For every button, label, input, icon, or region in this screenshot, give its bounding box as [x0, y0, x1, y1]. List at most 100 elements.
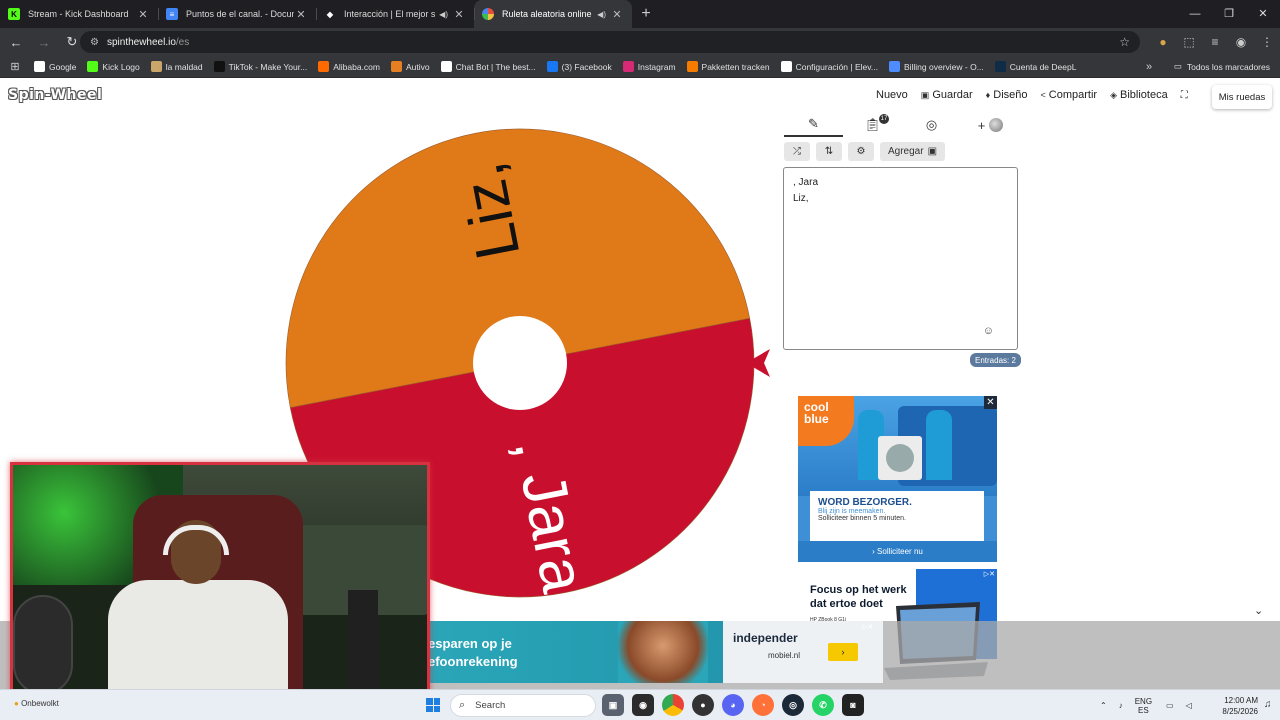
menu-biblioteca[interactable]: ◈ Biblioteca [1110, 89, 1168, 101]
chevron-up-icon[interactable]: ⌃ [1100, 701, 1107, 710]
ad-close-icon[interactable]: ✕ [984, 396, 997, 409]
bookmark-item[interactable]: la maldad [150, 61, 203, 72]
bookmark-label: TikTok - Make Your... [228, 61, 308, 72]
lang-bottom: ES [1138, 705, 1149, 715]
add-image-button[interactable]: Agregar ▣ [880, 142, 946, 161]
clock[interactable]: 12:00 AM 8/25/2026 [1210, 695, 1258, 717]
taskbar-search[interactable]: ⌕ Search [450, 694, 596, 717]
bookmark-item[interactable]: Alibaba.com [318, 61, 380, 72]
new-tab-button[interactable]: + [632, 0, 660, 28]
my-wheels-button[interactable]: Mis ruedas [1212, 85, 1272, 109]
ad-card: WORD BEZORGER. Blij zijn is meemaken. So… [810, 491, 984, 541]
network-icon[interactable]: ▭ [1166, 701, 1174, 710]
chevron-down-icon[interactable]: ⌄ [1254, 604, 1263, 617]
bookmark-item[interactable]: Kick Logo [87, 61, 140, 72]
add-tab[interactable]: + [961, 113, 1020, 137]
menu-label: Biblioteca [1120, 89, 1168, 101]
bookmark-item[interactable]: Cuenta de DeepL [994, 61, 1076, 72]
back-icon[interactable]: ← [4, 35, 28, 50]
fullscreen-icon[interactable]: ⛶ [1181, 90, 1188, 101]
close-window-icon[interactable]: ✕ [1246, 0, 1280, 28]
editor-buttons: ⤮ ⇅ ⚙ Agregar ▣ [784, 142, 951, 161]
steam-icon[interactable]: ◎ [782, 694, 804, 716]
site-logo[interactable]: Spin-Wheel [8, 87, 102, 103]
menu-nuevo[interactable]: Nuevo [876, 89, 908, 101]
ad-info-icon[interactable]: ▷✕ [862, 623, 873, 631]
menu-diseno[interactable]: ♦ Diseño [986, 89, 1028, 101]
hide-tab[interactable]: ◎ [902, 113, 961, 137]
menu-guardar[interactable]: ▣ Guardar [921, 89, 973, 101]
extension-icon[interactable]: ● [1150, 35, 1176, 49]
image-icon: ▣ [927, 146, 938, 157]
ad-info-icon[interactable]: ▷✕ [984, 570, 995, 578]
emoji-icon[interactable]: ☺ [983, 323, 994, 339]
bookmark-item[interactable]: TikTok - Make Your... [213, 61, 308, 72]
toolbar-icons: ● ⬚ ≡ ◉ ⋮ [1150, 28, 1280, 56]
bookmark-item[interactable]: (3) Facebook [546, 61, 612, 72]
browser-tab[interactable]: ≡ Puntos de el canal. - Document ✕ [158, 0, 316, 28]
microphone-icon[interactable]: ♪ [1119, 701, 1123, 710]
sort-button[interactable]: ⇅ [816, 142, 842, 161]
url-field[interactable]: ⚙ spinthewheel.io/es ☆ [80, 31, 1140, 53]
settings-button[interactable]: ⚙ [848, 142, 874, 161]
sort-icon: ⇅ [824, 146, 834, 157]
browser-tab-active[interactable]: Ruleta aleatoria online – rul ◀) ✕ [474, 0, 632, 28]
wheel-center[interactable] [473, 316, 567, 410]
close-icon[interactable]: ✕ [136, 8, 150, 21]
clipboard-tab[interactable]: 📋︎ 17 [843, 113, 902, 137]
bookmark-item[interactable]: Pakketten tracken [686, 61, 770, 72]
browser-tab[interactable]: ◆ Interacción | El mejor softw ◀) ✕ [316, 0, 474, 28]
discord-icon[interactable]: ◕ [722, 694, 744, 716]
profile-icon[interactable]: ◉ [1228, 35, 1254, 49]
menu-icon[interactable]: ⋮ [1254, 35, 1280, 49]
restore-icon[interactable]: ❐ [1212, 0, 1246, 28]
bookmark-label: Pakketten tracken [701, 61, 770, 72]
close-icon[interactable]: ✕ [610, 8, 624, 21]
edit-icon: ✎ [808, 116, 819, 131]
start-icon[interactable] [426, 698, 440, 712]
firefox-icon[interactable]: ◔ [752, 694, 774, 716]
close-icon[interactable]: ✕ [452, 8, 466, 21]
bookmark-item[interactable]: Autivo [391, 61, 430, 72]
task-view-icon[interactable]: ▣ [602, 694, 624, 716]
bookmark-item[interactable]: Billing overview - O... [888, 61, 984, 72]
weather-widget[interactable]: ● Onbewolkt [14, 699, 59, 708]
bookmark-item[interactable]: Chat Bot | The best... [440, 61, 536, 72]
speaker-icon[interactable]: ◀) [597, 10, 606, 19]
browser-tab[interactable]: K Stream - Kick Dashboard ✕ [0, 0, 158, 28]
apps-icon[interactable]: ⊞ [2, 60, 28, 73]
language-indicator[interactable]: ENG ES [1135, 697, 1152, 715]
bookmarks-bar: ⊞ Google Kick Logo la maldad TikTok - Make … [0, 56, 1280, 78]
speaker-icon[interactable]: ◀) [439, 10, 448, 19]
ad-text: esparen op je efoonrekening [428, 635, 518, 671]
menu-compartir[interactable]: < Compartir [1041, 89, 1098, 101]
notification-icon[interactable]: ♫ [1264, 699, 1272, 710]
more-bookmarks-icon[interactable]: » [1146, 61, 1152, 73]
bookmark-item[interactable]: Google [34, 61, 76, 72]
whatsapp-icon[interactable]: ✆ [812, 694, 834, 716]
puzzle-icon[interactable]: ⬚ [1176, 35, 1202, 49]
bookmark-item[interactable]: Instagram [622, 61, 676, 72]
system-tray: ⌃ ♪ ENG ES ▭ ◁ [1100, 694, 1204, 717]
forward-icon[interactable]: → [32, 35, 56, 50]
app2-icon[interactable]: ◙ [842, 694, 864, 716]
independer-ad[interactable]: esparen op je efoonrekening independer m… [428, 621, 883, 683]
shuffle-button[interactable]: ⤮ [784, 142, 810, 161]
all-bookmarks[interactable]: ▭ Todos los marcadores [1174, 61, 1270, 72]
edit-tab[interactable]: ✎ [784, 113, 843, 137]
coolblue-ad[interactable]: cool blue WORD BEZORGER. Blij zijn is mee… [798, 396, 997, 562]
volume-icon[interactable]: ◁ [1186, 701, 1192, 710]
media-icon[interactable]: ≡ [1202, 35, 1228, 49]
close-icon[interactable]: ✕ [294, 8, 308, 21]
bookmark-item[interactable]: Configuración | Elev... [780, 61, 878, 72]
bookmark-star-icon[interactable]: ☆ [1119, 35, 1130, 49]
obs-icon[interactable]: ◉ [632, 694, 654, 716]
site-info-icon[interactable]: ⚙ [90, 37, 99, 48]
chrome-icon[interactable] [662, 694, 684, 716]
ad-cta-button[interactable]: › Solliciteer nu [798, 541, 997, 562]
ad-arrow-button[interactable]: › [828, 643, 858, 661]
entry-line: , Jara [793, 177, 819, 188]
minimize-icon[interactable]: — [1178, 0, 1212, 28]
entries-textarea[interactable]: , Jara Liz, ☺ [783, 167, 1018, 350]
app-icon[interactable]: ● [692, 694, 714, 716]
